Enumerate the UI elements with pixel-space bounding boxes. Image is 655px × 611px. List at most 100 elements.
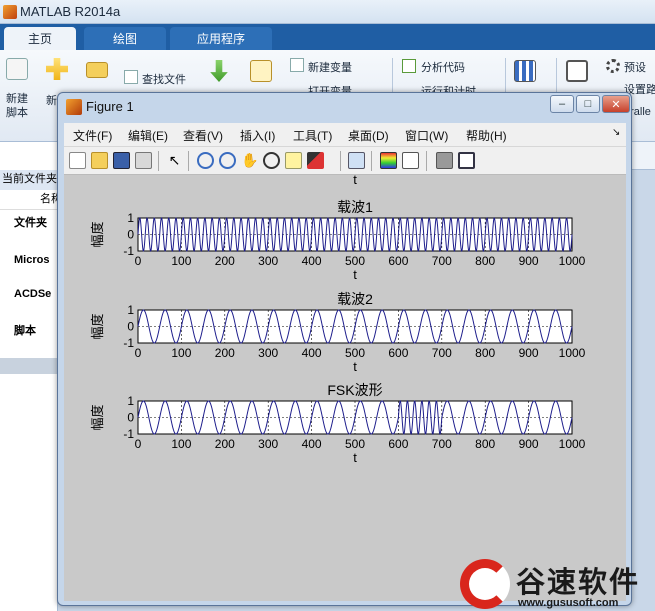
section-scripts[interactable]: 脚本 <box>0 322 58 342</box>
x-tick-label: 1000 <box>559 437 586 451</box>
colorbar-icon[interactable] <box>380 152 397 169</box>
show-plot-tools-icon[interactable] <box>458 152 475 169</box>
x-tick-label: 600 <box>388 437 408 451</box>
x-tick-label: 300 <box>258 254 278 268</box>
new-script-icon[interactable] <box>6 58 28 80</box>
figure-toolbar: ↖ ✋ <box>64 147 626 175</box>
x-tick-label: 300 <box>258 346 278 360</box>
brush-icon[interactable] <box>307 152 324 169</box>
new-variable-button[interactable]: 新建变量 <box>308 59 352 75</box>
y-tick-label: 1 <box>127 303 134 317</box>
y-tick-label: 1 <box>127 211 134 225</box>
preferences-button[interactable]: 预设 <box>624 59 646 75</box>
pan-hand-icon[interactable]: ✋ <box>241 152 258 169</box>
y-axis-label: 幅度 <box>90 313 105 339</box>
figure-window: Figure 1 – □ ✕ 文件(F) 编辑(E) 查看(V) 插入(I) 工… <box>57 92 632 606</box>
rotate-3d-icon[interactable] <box>263 152 280 169</box>
menu-tools[interactable]: 工具(T) <box>293 127 332 144</box>
close-button[interactable]: ✕ <box>602 95 630 113</box>
tab-home[interactable]: 主页 <box>4 27 76 50</box>
menu-file[interactable]: 文件(F) <box>73 127 112 144</box>
y-tick-label: -1 <box>123 244 134 258</box>
x-tick-label: 900 <box>519 437 539 451</box>
menu-view[interactable]: 查看(V) <box>183 127 223 144</box>
current-folder-title: 当前文件夹 <box>0 170 58 190</box>
y-tick-label: -1 <box>123 427 134 441</box>
x-tick-label: 100 <box>171 254 191 268</box>
y-tick-label: -1 <box>123 336 134 350</box>
open-file-icon[interactable] <box>91 152 108 169</box>
menu-edit[interactable]: 编辑(E) <box>128 127 168 144</box>
zoom-in-icon[interactable] <box>197 152 214 169</box>
new-plus-icon[interactable] <box>46 58 68 80</box>
simulink-icon[interactable] <box>514 60 536 82</box>
data-cursor-icon[interactable] <box>285 152 302 169</box>
x-tick-label: 0 <box>135 437 142 451</box>
ribbon-tabbar: 主页 绘图 应用程序 <box>0 24 655 50</box>
section-folders[interactable]: 文件夹 <box>0 214 58 234</box>
x-axis-label: t <box>353 267 357 282</box>
menu-window[interactable]: 窗口(W) <box>405 127 448 144</box>
menu-desktop[interactable]: 桌面(D) <box>348 127 389 144</box>
x-tick-label: 0 <box>135 346 142 360</box>
legend-icon[interactable] <box>402 152 419 169</box>
print-icon[interactable] <box>135 152 152 169</box>
new-script-button[interactable]: 新建 脚本 <box>6 92 34 120</box>
selected-file-row[interactable] <box>0 358 58 374</box>
x-tick-label: 700 <box>432 346 452 360</box>
x-tick-label: 500 <box>345 437 365 451</box>
new-figure-icon[interactable] <box>69 152 86 169</box>
link-plot-icon[interactable] <box>348 152 365 169</box>
subplot-3: 0 100 200 300 400 500 600 700 800 900 100010-1载波2t… <box>90 291 586 374</box>
toolbar-separator <box>188 151 189 171</box>
section-acdsee[interactable]: ACDSe <box>0 288 58 308</box>
x-tick-label: 800 <box>475 437 495 451</box>
x-tick-label: 1000 <box>559 346 586 360</box>
layout-icon[interactable] <box>566 60 588 82</box>
current-folder-panel: 当前文件夹 名称 文件夹 Micros ACDSe 脚本 <box>0 142 58 611</box>
tab-plots[interactable]: 绘图 <box>84 27 166 50</box>
y-tick-label: 1 <box>127 394 134 408</box>
find-files-button[interactable]: 查找文件 <box>142 71 186 87</box>
x-tick-label: 400 <box>302 346 322 360</box>
section-micros[interactable]: Micros <box>0 254 58 274</box>
toolbar-separator <box>340 151 341 171</box>
open-folder-icon[interactable] <box>86 62 108 78</box>
save-icon[interactable] <box>113 152 130 169</box>
analyze-code-button[interactable]: 分析代码 <box>421 59 465 75</box>
watermark-url: www.gususoft.com <box>518 597 619 609</box>
x-axis-label: t <box>353 175 357 187</box>
tab-apps[interactable]: 应用程序 <box>170 27 272 50</box>
name-column-header[interactable]: 名称 <box>0 190 58 210</box>
zoom-out-icon[interactable] <box>219 152 236 169</box>
y-tick-label: 0 <box>127 228 134 242</box>
menu-help[interactable]: 帮助(H) <box>466 127 507 144</box>
toolbar-separator <box>426 151 427 171</box>
plots-svg: 0100200300400500600700800900100010.50-0.… <box>90 104 586 465</box>
x-axis-label: t <box>353 359 357 374</box>
new-button[interactable]: 新 <box>46 92 57 108</box>
y-axis-label: 幅度 <box>90 221 105 247</box>
x-tick-label: 700 <box>432 254 452 268</box>
save-workspace-icon[interactable] <box>250 60 272 82</box>
x-tick-label: 300 <box>258 437 278 451</box>
gear-icon <box>606 59 620 73</box>
watermark-g-icon <box>460 559 510 609</box>
hide-plot-tools-icon[interactable] <box>436 152 453 169</box>
subplot-title: 载波2 <box>337 291 373 307</box>
import-data-icon[interactable] <box>210 60 228 82</box>
dock-arrow-icon[interactable]: ↘ <box>612 127 620 138</box>
x-tick-label: 900 <box>519 254 539 268</box>
x-tick-label: 800 <box>475 254 495 268</box>
pointer-icon[interactable]: ↖ <box>166 152 183 169</box>
x-tick-label: 200 <box>215 346 235 360</box>
x-tick-label: 500 <box>345 254 365 268</box>
minimize-button[interactable]: – <box>550 95 574 113</box>
x-tick-label: 1000 <box>559 254 586 268</box>
menu-insert[interactable]: 插入(I) <box>240 127 275 144</box>
analyze-code-icon <box>402 59 416 73</box>
x-tick-label: 400 <box>302 437 322 451</box>
matlab-logo-icon <box>3 5 17 19</box>
maximize-button[interactable]: □ <box>576 95 600 113</box>
x-tick-label: 100 <box>171 346 191 360</box>
